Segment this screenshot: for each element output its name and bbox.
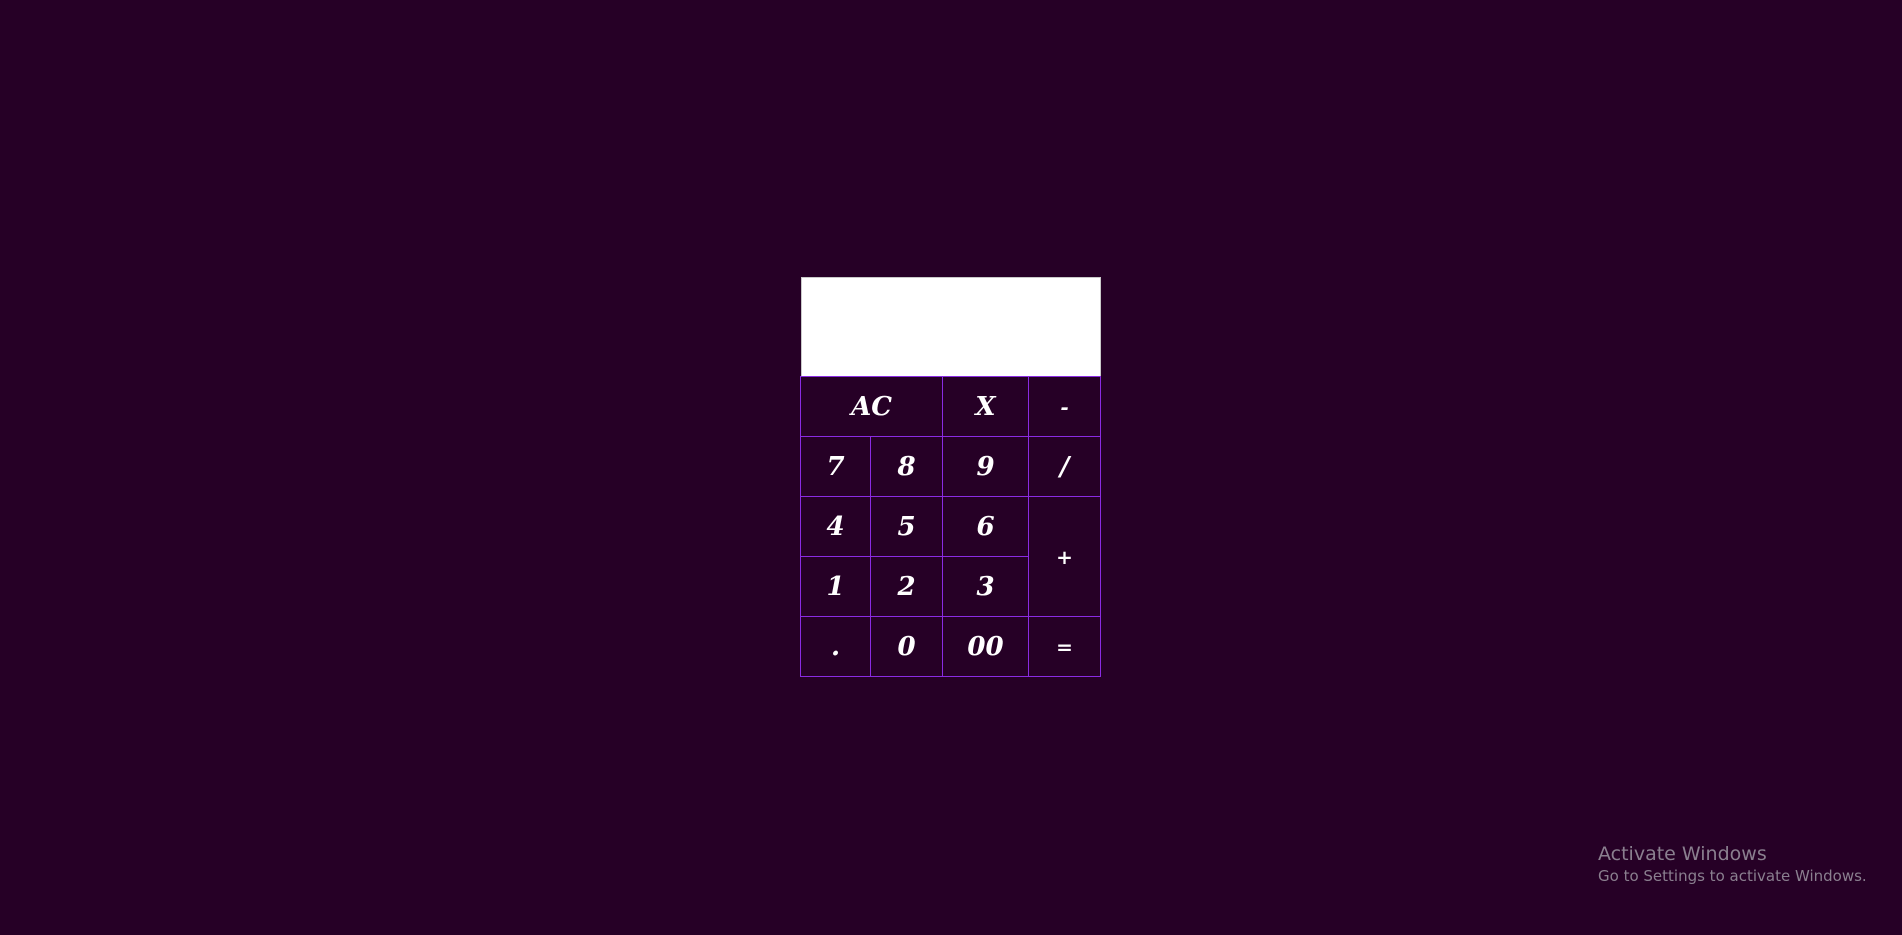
keypad: AC X - 7 8 9 / 4 5 6 + 1 2 3 . 0 00 =	[800, 376, 1101, 677]
divide-button[interactable]: /	[1028, 436, 1101, 497]
add-button[interactable]: +	[1028, 496, 1101, 617]
digit-2-button[interactable]: 2	[870, 556, 943, 617]
digit-9-button[interactable]: 9	[942, 436, 1029, 497]
digit-1-button[interactable]: 1	[800, 556, 871, 617]
calculator: AC X - 7 8 9 / 4 5 6 + 1 2 3 . 0 00 =	[800, 277, 1101, 677]
digit-4-button[interactable]: 4	[800, 496, 871, 557]
activate-windows-watermark: Activate Windows Go to Settings to activ…	[1598, 842, 1867, 886]
decimal-point-button[interactable]: .	[800, 616, 871, 677]
digit-0-button[interactable]: 0	[870, 616, 943, 677]
watermark-title: Activate Windows	[1598, 843, 1767, 865]
digit-6-button[interactable]: 6	[942, 496, 1029, 557]
multiply-button[interactable]: X	[942, 376, 1029, 437]
equals-button[interactable]: =	[1028, 616, 1101, 677]
digit-8-button[interactable]: 8	[870, 436, 943, 497]
digit-7-button[interactable]: 7	[800, 436, 871, 497]
clear-all-button[interactable]: AC	[800, 376, 943, 437]
watermark-subtitle: Go to Settings to activate Windows.	[1598, 867, 1867, 885]
digit-5-button[interactable]: 5	[870, 496, 943, 557]
digit-3-button[interactable]: 3	[942, 556, 1029, 617]
double-zero-button[interactable]: 00	[942, 616, 1029, 677]
calculator-display	[801, 277, 1101, 377]
subtract-button[interactable]: -	[1028, 376, 1101, 437]
